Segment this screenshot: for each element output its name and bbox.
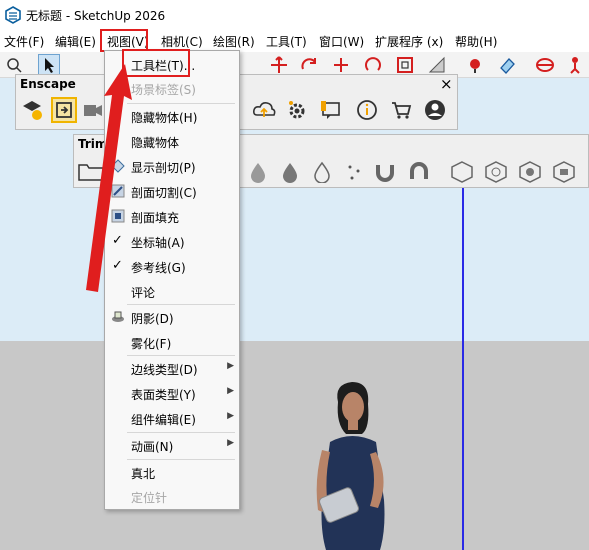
menu-bar: 文件(F) 编辑(E) 视图(V) 相机(C) 绘图(R) 工具(T) 窗口(W…	[0, 30, 589, 52]
menu-separator	[127, 432, 235, 433]
info-icon[interactable]	[356, 99, 378, 121]
scatter-icon[interactable]	[346, 163, 366, 183]
enscape-panel-title: Enscape	[20, 77, 76, 91]
menu-separator	[127, 459, 235, 460]
search-icon[interactable]	[6, 57, 22, 73]
enscape-sync-button[interactable]	[51, 97, 77, 123]
magnet-icon[interactable]	[374, 161, 396, 183]
menu-item-hidden-objects[interactable]: 隐藏物体	[105, 130, 239, 154]
checkmark-icon: ✓	[112, 80, 123, 95]
viewport-ground[interactable]	[0, 341, 589, 550]
upload-cloud-icon[interactable]	[252, 99, 276, 121]
submenu-arrow-icon: ▶	[227, 411, 234, 421]
select-tool-button[interactable]	[38, 54, 60, 76]
menu-separator	[127, 103, 235, 104]
checkmark-icon: ✓	[112, 258, 123, 273]
paint-bucket-icon[interactable]	[466, 56, 484, 74]
drop-icon[interactable]	[248, 161, 268, 183]
checkmark-icon: ✓	[112, 233, 123, 248]
enscape-video-icon[interactable]	[82, 99, 104, 121]
section-cut-icon	[111, 184, 125, 198]
folder-icon[interactable]	[78, 161, 104, 181]
trimble-panel-title: Trim	[78, 137, 108, 151]
menu-window[interactable]: 窗口(W)	[319, 33, 364, 50]
shadow-icon	[112, 311, 124, 322]
submenu-arrow-icon: ▶	[227, 361, 234, 371]
tape-measure-icon[interactable]	[428, 56, 446, 74]
menu-draw[interactable]: 绘图(R)	[213, 33, 255, 50]
submenu-arrow-icon: ▶	[227, 438, 234, 448]
menu-item-fog[interactable]: 雾化(F)	[105, 331, 239, 355]
cursor-icon	[45, 58, 54, 73]
menu-separator	[127, 304, 235, 305]
solid-intersect-icon[interactable]	[518, 161, 542, 183]
menu-item-hidden-geometry[interactable]: 隐藏物体(H)	[105, 105, 239, 129]
magnet-alt-icon[interactable]	[408, 161, 430, 183]
move-icon[interactable]	[270, 56, 288, 74]
sync-icon	[56, 102, 72, 118]
menu-file[interactable]: 文件(F)	[4, 33, 44, 50]
submenu-arrow-icon: ▶	[227, 386, 234, 396]
solid-union-icon[interactable]	[484, 161, 508, 183]
menu-item-axes[interactable]: ✓ 坐标轴(A)	[105, 230, 239, 254]
menu-extensions[interactable]: 扩展程序 (x)	[375, 33, 443, 50]
section-plane-icon[interactable]	[536, 56, 554, 74]
menu-item-locate[interactable]: 定位针	[105, 485, 239, 509]
drop-dark-icon[interactable]	[280, 161, 300, 183]
menu-item-comments[interactable]: 评论	[105, 280, 239, 304]
menu-camera[interactable]: 相机(C)	[161, 33, 203, 50]
blue-axis-line	[462, 180, 464, 550]
title-bar: 无标题 - SketchUp 2026	[0, 0, 589, 30]
menu-item-section-fill[interactable]: 剖面填充	[105, 205, 239, 229]
menu-item-section-cuts[interactable]: 剖面切割(C)	[105, 180, 239, 204]
scale-figure	[316, 382, 385, 550]
follow-me-icon[interactable]	[364, 56, 382, 74]
menu-item-component-edit[interactable]: 组件编辑(E) ▶	[105, 407, 239, 431]
menu-item-true-north[interactable]: 真北	[105, 461, 239, 485]
window-title: 无标题 - SketchUp 2026	[26, 9, 166, 23]
solid-subtract-icon[interactable]	[552, 161, 576, 183]
eraser-icon[interactable]	[498, 56, 516, 74]
sketchup-logo-icon	[5, 6, 21, 24]
settings-icon[interactable]	[286, 99, 308, 121]
menu-item-edge-style[interactable]: 边线类型(D) ▶	[105, 357, 239, 381]
close-icon[interactable]: ×	[440, 75, 453, 93]
feedback-icon[interactable]	[321, 99, 343, 121]
solid-box-icon[interactable]	[450, 161, 474, 183]
toolbars-item-highlight	[122, 49, 190, 77]
walk-icon[interactable]	[566, 56, 584, 74]
section-plane-icon	[111, 159, 125, 173]
account-icon[interactable]	[424, 99, 446, 121]
menu-help[interactable]: 帮助(H)	[455, 33, 497, 50]
rotate-icon[interactable]	[300, 56, 318, 74]
menu-item-animation[interactable]: 动画(N) ▶	[105, 434, 239, 458]
view-menu-dropdown: 工具栏(T)... ✓ 场景标签(S) 隐藏物体(H) 隐藏物体 显示剖切(P) …	[104, 50, 240, 510]
menu-edit[interactable]: 编辑(E)	[55, 33, 96, 50]
shopping-cart-icon[interactable]	[390, 99, 412, 121]
section-fill-icon	[111, 209, 125, 223]
menu-item-guides[interactable]: ✓ 参考线(G)	[105, 255, 239, 279]
offset-icon[interactable]	[396, 56, 414, 74]
menu-item-section-planes[interactable]: 显示剖切(P)	[105, 155, 239, 179]
drop-striped-icon[interactable]	[312, 161, 332, 183]
scale-icon[interactable]	[332, 56, 350, 74]
menu-item-face-style[interactable]: 表面类型(Y) ▶	[105, 382, 239, 406]
menu-item-shadows[interactable]: 阴影(D)	[105, 306, 239, 330]
menu-tools[interactable]: 工具(T)	[266, 33, 307, 50]
enscape-start-icon[interactable]	[21, 99, 43, 121]
menu-item-scene-tabs[interactable]: ✓ 场景标签(S)	[105, 77, 239, 101]
menu-separator	[127, 355, 235, 356]
